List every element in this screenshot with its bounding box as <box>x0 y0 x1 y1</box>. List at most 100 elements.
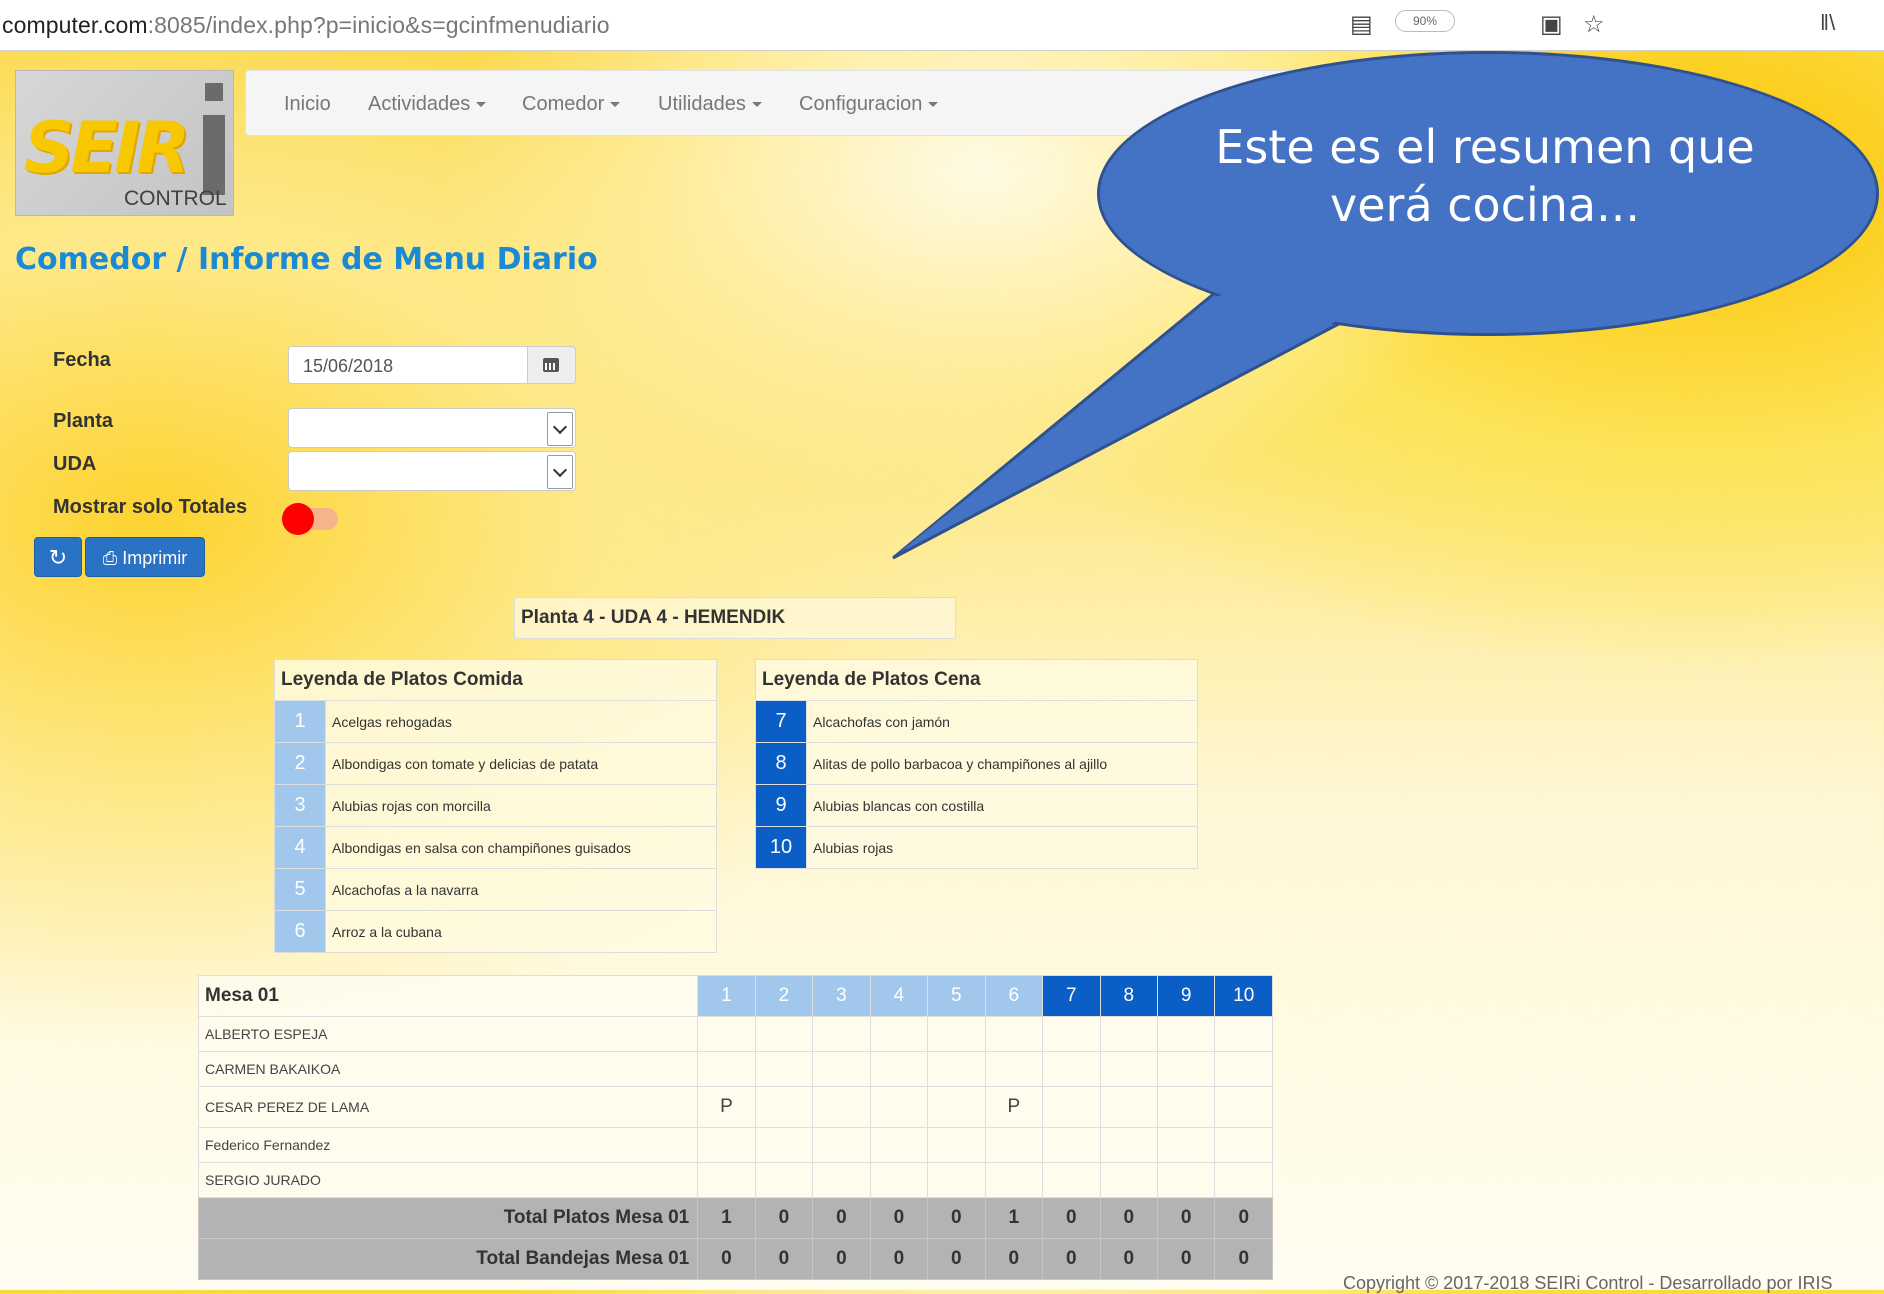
column-header: 7 <box>1042 975 1101 1017</box>
column-header: 1 <box>697 975 756 1017</box>
table-cell <box>927 1162 986 1198</box>
table-cell <box>812 1016 871 1052</box>
table-cell <box>927 1051 986 1087</box>
column-header: 9 <box>1156 975 1216 1017</box>
table-cell <box>1099 1016 1158 1052</box>
total-platos-row: Total Platos Mesa 01 1000010000 <box>197 1197 1273 1239</box>
table-cell: P <box>697 1086 756 1128</box>
dish-name: Alubias blancas con costilla <box>806 784 1198 827</box>
refresh-button[interactable]: ↻ <box>34 537 82 577</box>
uda-select[interactable] <box>288 451 576 491</box>
legend-row: 7 Alcachofas con jamón <box>755 700 1198 743</box>
legend-row: 4 Albondigas en salsa con champiñones gui… <box>274 826 717 869</box>
total-cell: 0 <box>984 1238 1044 1280</box>
legend-comida-table: Leyenda de Platos Comida 1 Acelgas rehoga… <box>274 659 717 953</box>
calendar-button[interactable] <box>528 346 576 384</box>
table-row: ALBERTO ESPEJA <box>197 1016 1273 1052</box>
legend-comida-title: Leyenda de Platos Comida <box>274 659 717 701</box>
print-button[interactable]: ⎙ Imprimir <box>85 537 205 577</box>
total-cell: 0 <box>927 1238 986 1280</box>
dish-name: Albondigas con tomate y delicias de pata… <box>325 742 717 785</box>
nav-configuracion[interactable]: Configuracion <box>799 93 939 116</box>
chevron-down-icon <box>547 412 573 446</box>
bookmark-star-icon[interactable]: ☆ <box>1583 10 1605 39</box>
nav-comedor[interactable]: Comedor <box>522 93 621 116</box>
legend-row: 6 Arroz a la cubana <box>274 910 717 953</box>
legend-cena-title: Leyenda de Platos Cena <box>755 659 1198 701</box>
library-icon[interactable]: ‖\ <box>1820 10 1835 36</box>
dish-number: 6 <box>274 910 326 953</box>
mesa-header-row: Mesa 01 1 2 3 4 5 6 7 8 9 10 <box>197 975 1273 1017</box>
mesa-table: Mesa 01 1 2 3 4 5 6 7 8 9 10 ALBERTO ESP… <box>197 975 1273 1280</box>
dish-name: Alubias rojas <box>806 826 1198 869</box>
total-cell: 0 <box>869 1238 929 1280</box>
table-cell <box>1156 1086 1216 1128</box>
logo-i-dot <box>205 83 223 101</box>
table-cell <box>984 1051 1044 1087</box>
table-cell <box>1156 1051 1216 1087</box>
dish-number: 5 <box>274 868 326 911</box>
total-cell: 0 <box>1099 1197 1158 1239</box>
table-cell <box>754 1162 814 1198</box>
zoom-indicator[interactable]: 90% <box>1395 10 1455 32</box>
nav-inicio[interactable]: Inicio <box>284 93 331 116</box>
legend-row: 2 Albondigas con tomate y delicias de pat… <box>274 742 717 785</box>
column-header: 3 <box>812 975 871 1017</box>
table-cell <box>1099 1127 1158 1163</box>
table-cell <box>697 1051 756 1087</box>
page-title: Comedor / Informe de Menu Diario <box>15 242 598 277</box>
planta-select[interactable] <box>288 408 576 448</box>
dish-number: 2 <box>274 742 326 785</box>
dish-number: 10 <box>755 826 807 869</box>
reader-view-icon[interactable]: ▤ <box>1350 10 1373 39</box>
table-cell <box>812 1162 871 1198</box>
logo-text: SEIR <box>24 107 190 189</box>
table-cell <box>1042 1016 1101 1052</box>
table-cell <box>1042 1086 1101 1128</box>
table-cell <box>754 1127 814 1163</box>
app-logo[interactable]: SEIR CONTROL <box>15 70 234 216</box>
table-cell <box>754 1016 814 1052</box>
browser-address-bar: computer.com:8085/index.php?p=inicio&s=g… <box>0 0 1884 51</box>
dish-name: Alubias rojas con morcilla <box>325 784 717 827</box>
planta-label: Planta <box>53 410 114 432</box>
legend-comida-header: Leyenda de Platos Comida <box>274 659 717 701</box>
caret-down-icon <box>928 102 939 108</box>
total-cell: 0 <box>697 1238 756 1280</box>
total-bandejas-label: Total Bandejas Mesa 01 <box>197 1238 699 1280</box>
logo-subtext: CONTROL <box>124 187 227 210</box>
table-cell <box>754 1086 814 1128</box>
totales-toggle[interactable] <box>282 503 338 535</box>
table-cell <box>869 1051 929 1087</box>
fecha-input[interactable]: 15/06/2018 <box>288 346 528 384</box>
table-cell <box>927 1086 986 1128</box>
table-row: CESAR PEREZ DE LAMA P P <box>197 1086 1273 1128</box>
nav-utilidades[interactable]: Utilidades <box>658 93 762 116</box>
table-cell <box>1099 1086 1158 1128</box>
caret-down-icon <box>751 102 762 108</box>
toggle-knob <box>282 503 314 535</box>
fecha-label: Fecha <box>53 349 111 371</box>
table-cell <box>1042 1127 1101 1163</box>
dish-number: 7 <box>755 700 807 743</box>
table-cell <box>1099 1162 1158 1198</box>
table-cell <box>1214 1086 1273 1128</box>
table-cell <box>869 1162 929 1198</box>
total-bandejas-row: Total Bandejas Mesa 01 0000000000 <box>197 1238 1273 1280</box>
table-cell <box>1042 1051 1101 1087</box>
nav-actividades[interactable]: Actividades <box>368 93 487 116</box>
footer-copyright: Copyright © 2017-2018 SEIRi Control - De… <box>1343 1273 1833 1293</box>
legend-row: 8 Alitas de pollo barbacoa y champiñones … <box>755 742 1198 785</box>
legend-row: 9 Alubias blancas con costilla <box>755 784 1198 827</box>
caret-down-icon <box>610 102 621 108</box>
total-cell: 1 <box>984 1197 1044 1239</box>
table-row: CARMEN BAKAIKOA <box>197 1051 1273 1087</box>
pocket-icon[interactable]: ▣ <box>1540 10 1563 39</box>
legend-cena-table: Leyenda de Platos Cena 7 Alcachofas con j… <box>755 659 1198 869</box>
url-field[interactable]: computer.com:8085/index.php?p=inicio&s=g… <box>2 12 610 39</box>
column-header: 8 <box>1099 975 1158 1017</box>
table-cell <box>869 1016 929 1052</box>
total-cell: 0 <box>754 1238 814 1280</box>
total-cell: 0 <box>1156 1238 1216 1280</box>
mesa-title: Mesa 01 <box>197 975 699 1017</box>
